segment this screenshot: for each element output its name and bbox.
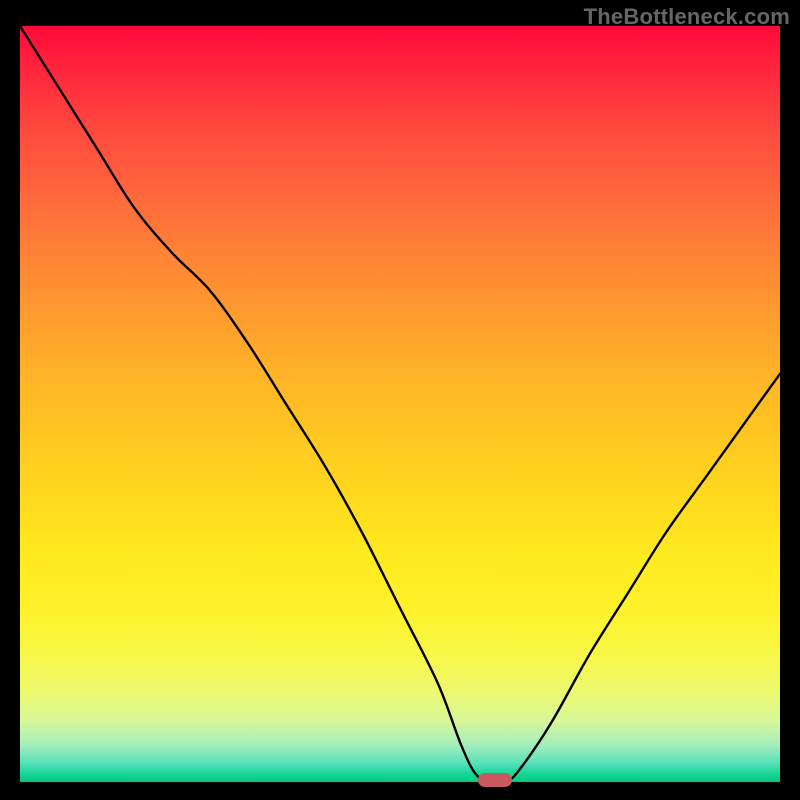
watermark-text: TheBottleneck.com <box>584 4 790 30</box>
curve-layer <box>20 26 780 782</box>
bottleneck-curve <box>20 26 780 782</box>
optimum-marker <box>478 773 512 787</box>
plot-area <box>20 26 780 782</box>
chart-frame: TheBottleneck.com <box>0 0 800 800</box>
